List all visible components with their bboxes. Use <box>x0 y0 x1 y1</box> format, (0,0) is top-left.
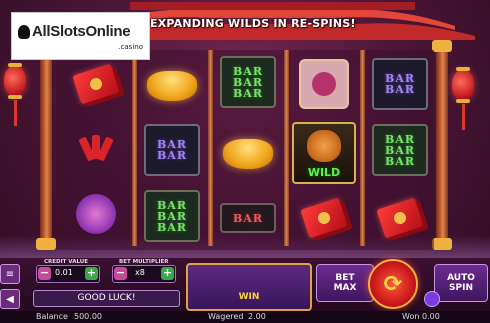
won-value: 0.00 <box>422 312 440 321</box>
won-label: Won <box>402 312 420 321</box>
menu-icon[interactable]: ≡ <box>0 264 20 284</box>
right-lantern-tassel <box>462 104 465 130</box>
reel-1 <box>60 50 132 250</box>
firecrackers-symbol <box>64 120 128 176</box>
bet-multiplier-stepper: − x8 + <box>112 265 176 283</box>
reel-5: BAR BAR BAR BAR BAR <box>364 50 436 250</box>
credit-value: 0.01 <box>55 268 73 277</box>
bet-max-label: BET MAX <box>333 273 357 293</box>
site-logo: AllSlotsOnline .casino <box>11 12 150 60</box>
right-pillar <box>432 40 452 250</box>
green-bar-symbol: BAR BAR BAR <box>216 54 280 110</box>
paw-coin-symbol <box>292 56 356 112</box>
credit-minus-button[interactable]: − <box>38 267 51 280</box>
reel-3: BAR BAR BAR BAR <box>212 50 284 250</box>
gold-ingot-symbol <box>216 126 280 182</box>
red-envelope-symbol <box>64 56 128 112</box>
multiplier-plus-button[interactable]: + <box>161 267 174 280</box>
message-box: GOOD LUCK! <box>33 290 180 307</box>
right-lantern <box>452 67 474 103</box>
red-envelope-symbol <box>368 190 432 246</box>
credit-plus-button[interactable]: + <box>85 267 98 280</box>
red-envelope-symbol <box>292 190 356 246</box>
multiplier-minus-button[interactable]: − <box>114 267 127 280</box>
logo-tld: .casino <box>118 43 143 51</box>
win-label: WIN <box>238 292 260 302</box>
bet-max-button[interactable]: BET MAX <box>316 264 374 302</box>
logo-text: AllSlotsOnline <box>32 23 131 40</box>
gold-ingot-symbol <box>140 58 204 114</box>
left-lantern <box>4 63 26 99</box>
win-display: WIN <box>186 263 312 311</box>
reel-grid: BARBAR BARBARBAR BARBARBAR BAR WILD <box>56 50 434 250</box>
auto-spin-label: AUTO SPIN <box>447 273 475 293</box>
balance-label: Balance <box>36 312 68 321</box>
purple-knot-symbol <box>64 186 128 242</box>
green-bar-symbol: BAR BAR BAR <box>140 188 204 244</box>
bonus-orb-icon <box>424 291 440 307</box>
reel-4: WILD <box>288 50 360 250</box>
tiger-wild-symbol: WILD <box>292 122 356 184</box>
green-bar-symbol: BAR BAR BAR <box>368 122 432 178</box>
feature-banner: EXPANDING WILDS IN RE-SPINS! <box>150 17 356 30</box>
left-lantern-tassel <box>14 100 17 126</box>
purple-bar-symbol: BAR BAR <box>140 122 204 178</box>
spin-button[interactable]: ⟳ <box>368 259 418 309</box>
auto-spin-button[interactable]: AUTO SPIN <box>434 264 488 302</box>
speaker-icon[interactable]: ◀ <box>0 289 20 309</box>
purple-bar-symbol: BAR BAR <box>368 56 432 112</box>
wagered-label: Wagered <box>208 312 244 321</box>
left-pillar <box>36 40 56 250</box>
balance-value: 500.00 <box>74 312 102 321</box>
credit-value-stepper: − 0.01 + <box>36 265 100 283</box>
refresh-arrows-icon: ⟳ <box>383 271 403 297</box>
bet-multiplier-value: x8 <box>135 268 145 277</box>
status-bar: Balance 500.00 Wagered 2.00 Won 0.00 <box>0 311 490 323</box>
spade-icon <box>18 25 30 39</box>
red-bar-symbol: BAR <box>216 190 280 246</box>
reel-2: BAR BAR BAR BAR BAR <box>136 50 208 250</box>
wagered-value: 2.00 <box>248 312 266 321</box>
game-stage: BARBAR BARBARBAR BARBARBAR BAR WILD <box>0 0 490 323</box>
